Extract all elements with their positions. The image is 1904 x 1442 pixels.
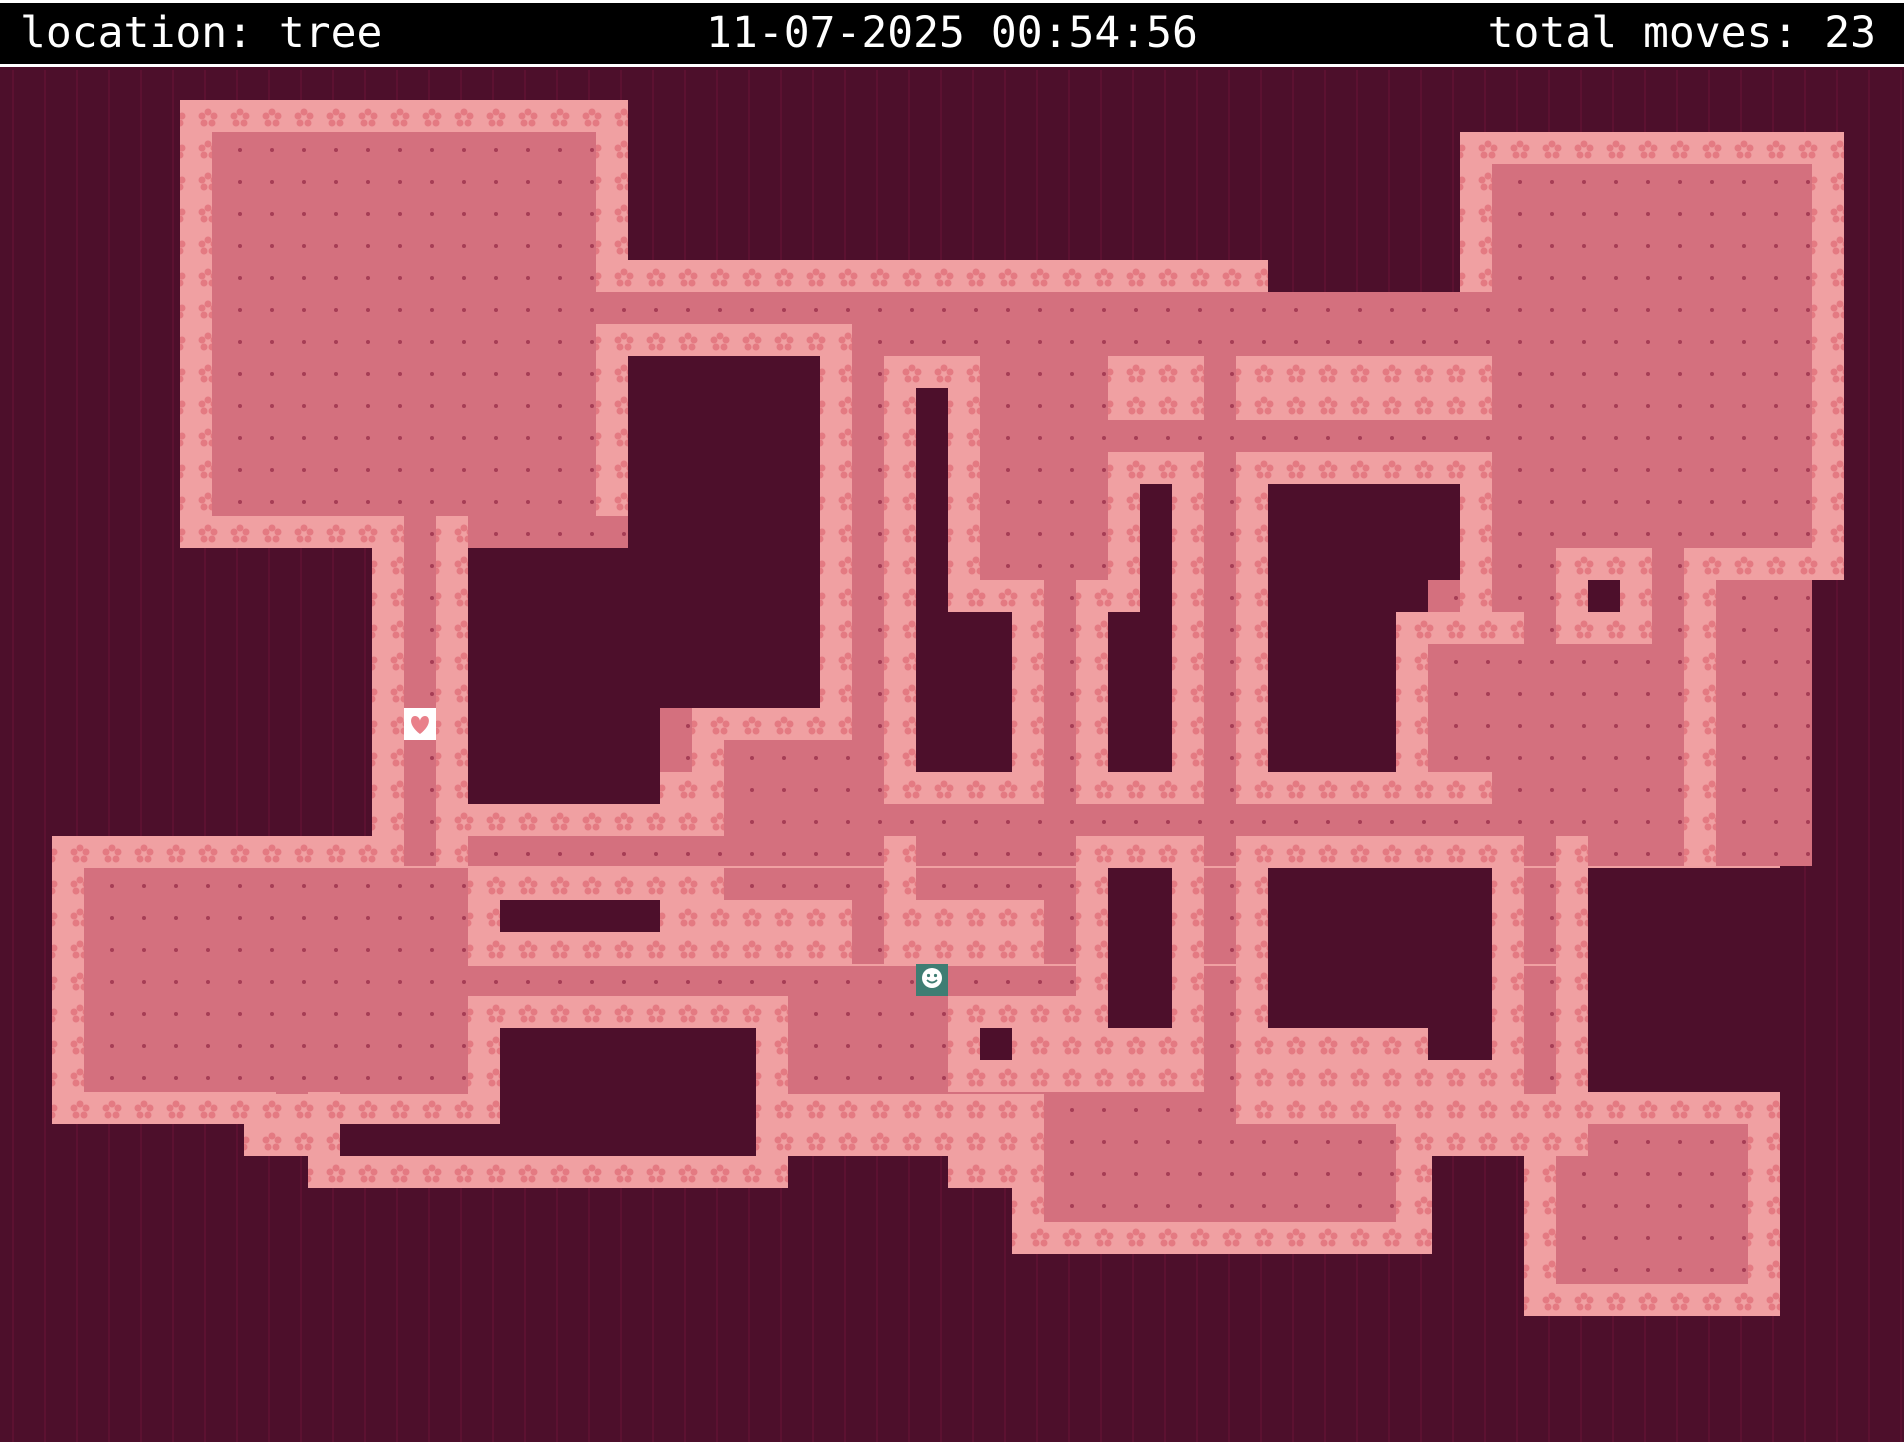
map-canvas (52, 100, 1844, 1316)
player-smiley-icon[interactable] (916, 964, 948, 996)
wall-block (1108, 356, 1204, 420)
wall-block (596, 324, 628, 516)
void-block (340, 1124, 756, 1156)
floor-left-shaft (404, 516, 436, 866)
dungeon-map (0, 70, 1904, 1442)
wall-block (1236, 356, 1492, 420)
status-bar: location: tree 11-07-2025 00:54:56 total… (0, 0, 1904, 67)
void-block (1428, 1028, 1492, 1060)
wall-block (1396, 644, 1428, 804)
wall-block (1556, 836, 1588, 1156)
wall-block (692, 708, 724, 836)
floor-top-corridor (596, 292, 1496, 324)
wall-block (1588, 1092, 1780, 1124)
floor-block (1428, 580, 1460, 612)
wall-block (308, 1156, 788, 1188)
wall-block (1396, 1124, 1524, 1156)
void-block (1588, 580, 1620, 612)
heart-icon[interactable] (404, 708, 436, 740)
void-block (500, 900, 660, 932)
void-block (468, 548, 660, 804)
void-block (948, 612, 1012, 772)
void-block (1268, 868, 1492, 1028)
wall-block (948, 1124, 1044, 1188)
total-moves-label: total moves: 23 (1487, 8, 1876, 58)
void-block (1108, 612, 1172, 772)
wall-block (884, 900, 1044, 964)
void-block (500, 1028, 756, 1124)
wall-block (1684, 548, 1716, 868)
void-block (916, 388, 948, 772)
wall-block (1684, 548, 1844, 580)
void-block (1588, 868, 1780, 1092)
void-block (1108, 868, 1172, 1028)
wall-block (596, 324, 852, 356)
wall-block (1396, 612, 1524, 644)
wall-block (820, 324, 852, 740)
wall-block (660, 900, 852, 964)
wall-block (436, 548, 468, 836)
void-block (980, 1028, 1012, 1060)
floor-block (1428, 644, 1492, 772)
